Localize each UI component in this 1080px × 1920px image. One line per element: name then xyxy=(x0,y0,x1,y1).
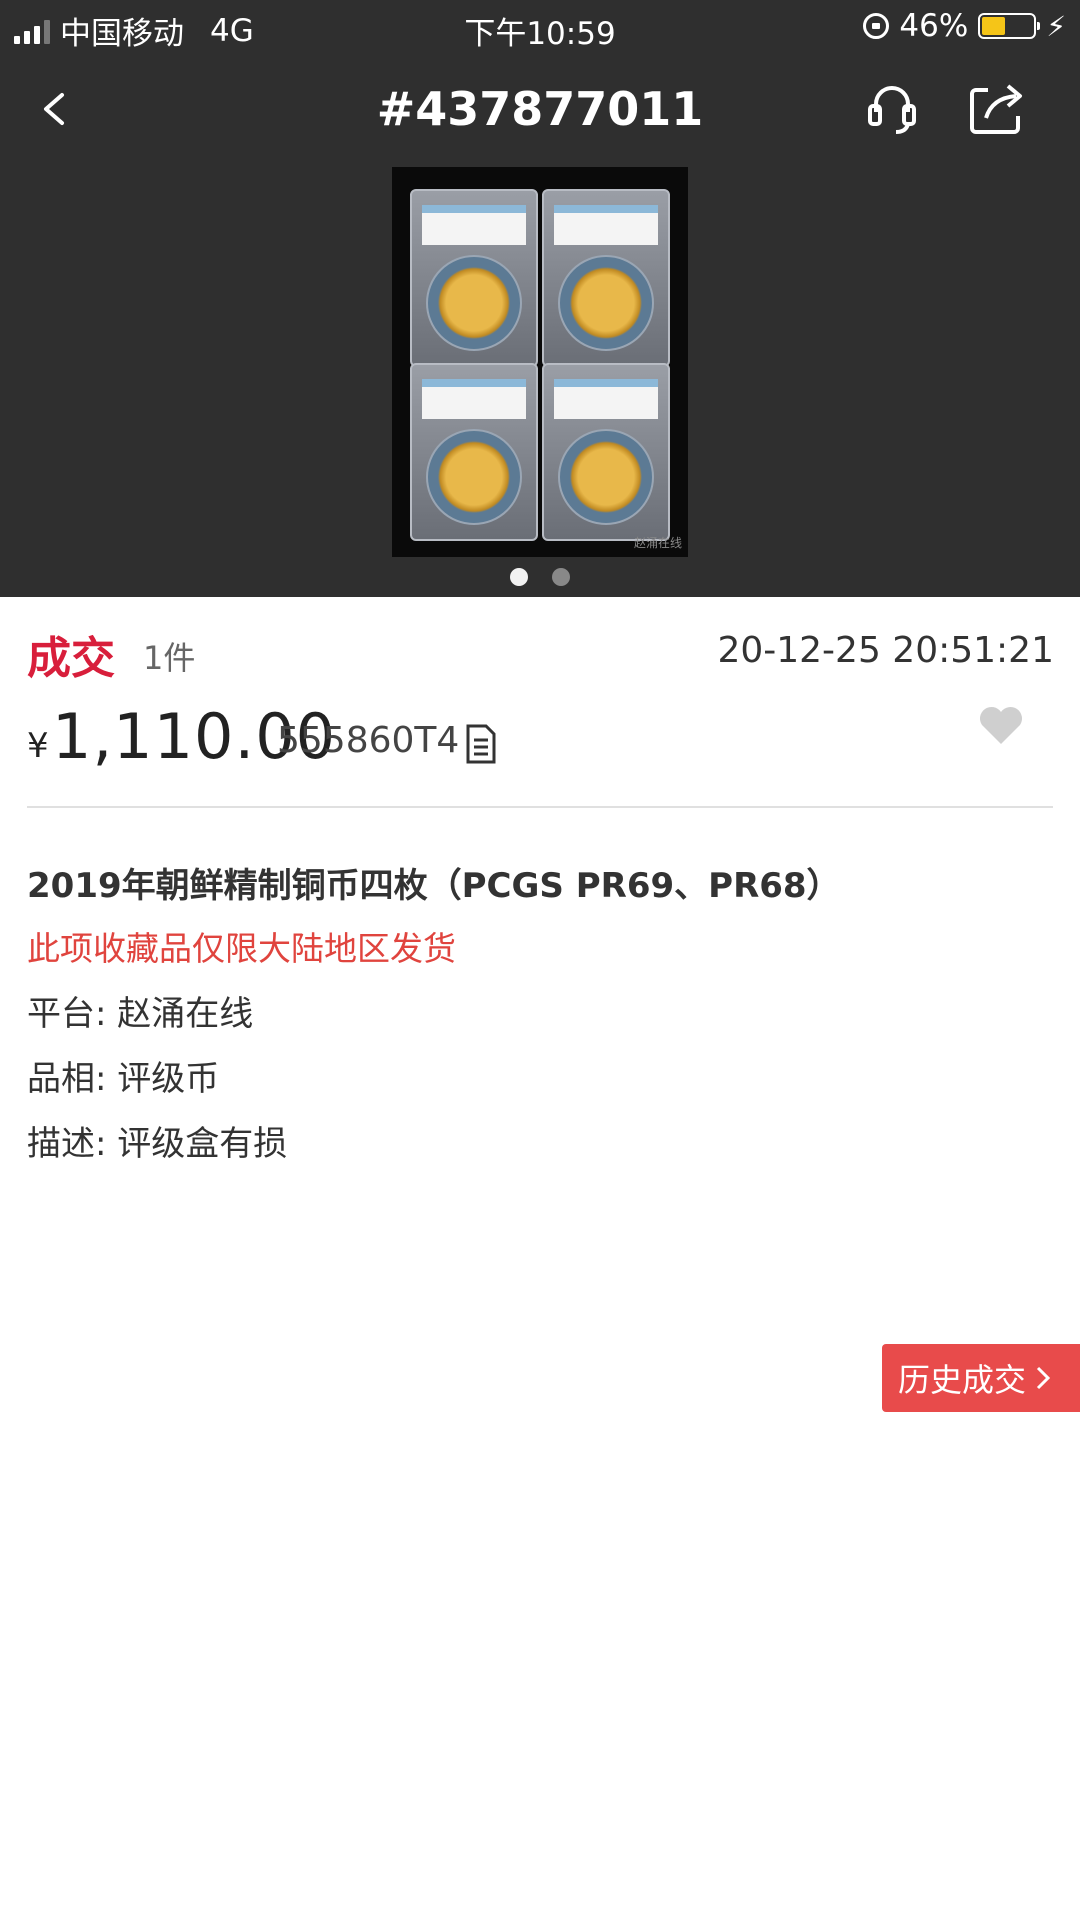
coin-slab xyxy=(542,189,670,367)
pager-dot[interactable] xyxy=(552,568,570,586)
deal-status: 成交 xyxy=(27,633,115,684)
history-deals-label: 历史成交 xyxy=(898,1361,1027,1399)
favorite-icon[interactable] xyxy=(978,706,1024,746)
battery-icon xyxy=(978,13,1041,39)
currency-symbol: ¥ xyxy=(27,726,49,766)
lot-code: 555860T4 xyxy=(277,720,460,761)
pager-dot[interactable] xyxy=(510,568,528,586)
image-watermark: 赵涌在线 xyxy=(633,536,682,550)
coin-slab xyxy=(410,363,538,541)
deal-datetime: 20-12-25 20:51:21 xyxy=(717,630,1054,671)
status-right: 46% ⚡ xyxy=(863,8,1066,44)
charging-icon: ⚡ xyxy=(1046,9,1066,43)
rotation-lock-icon xyxy=(863,13,890,39)
coin-slab xyxy=(542,363,670,541)
item-title: 2019年朝鲜精制铜币四枚（PCGS PR69、PR68） xyxy=(27,866,841,906)
history-deals-button[interactable]: 历史成交 xyxy=(882,1344,1080,1412)
shipping-notice: 此项收藏品仅限大陆地区发货 xyxy=(27,929,456,968)
product-image[interactable]: 赵涌在线 xyxy=(392,167,688,557)
description-info: 描述: 评级盒有损 xyxy=(27,1124,288,1164)
share-icon[interactable] xyxy=(966,76,1028,138)
battery-percent: 46% xyxy=(899,8,969,44)
divider xyxy=(27,806,1053,808)
phone-icon[interactable] xyxy=(862,78,922,138)
status-bar: 中国移动 4G 下午10:59 46% ⚡ xyxy=(0,0,1080,54)
deal-quantity: 1件 xyxy=(143,639,196,677)
image-pager xyxy=(0,568,1080,586)
grade-info: 品相: 评级币 xyxy=(27,1059,220,1099)
platform-info: 平台: 赵涌在线 xyxy=(27,994,254,1034)
document-icon[interactable] xyxy=(466,724,496,764)
coin-slab xyxy=(410,189,538,367)
navigation-bar: #437877011 xyxy=(0,60,1080,160)
chevron-right-icon xyxy=(1036,1366,1051,1390)
header-area: 中国移动 4G 下午10:59 46% ⚡ #437877011 赵涌在线 xyxy=(0,0,1080,597)
